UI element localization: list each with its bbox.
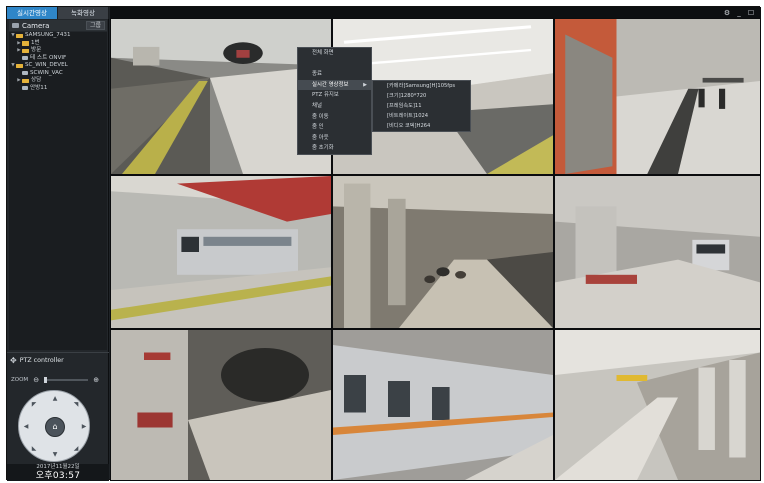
arrow-up-right-icon[interactable]: ◥: [71, 400, 81, 410]
camera-feed-image: [555, 330, 760, 480]
minimize-icon[interactable]: _: [733, 9, 745, 17]
folder-icon: [16, 63, 23, 68]
camera-icon: [12, 23, 19, 28]
folder-icon: [22, 41, 29, 46]
left-panel: 실시간영상 녹화영상 Camera 그룹 ▼ SAMSUNG_7431 ▶ 1번…: [7, 7, 109, 481]
camera-feed-image: [111, 330, 331, 480]
menu-item-ptz[interactable]: PTZ 유지보: [298, 90, 371, 101]
tree-node-label: 방문: [31, 47, 42, 53]
chevron-right-icon: ▶: [363, 81, 367, 88]
window-titlebar: ⚙ _ ☐: [110, 7, 761, 18]
menu-item-zoom-in[interactable]: 줌 인: [298, 122, 371, 133]
context-menu: 전체 화면 종료 실시간 영상정보 ▶ PTZ 유지보 채널 줌 이동 줌 인 …: [297, 47, 372, 155]
tree-node[interactable]: ▶ 방문: [9, 47, 107, 55]
tree-node[interactable]: ▼ SC_WIN_DEVEL: [9, 62, 107, 70]
folder-icon: [22, 78, 29, 83]
settings-icon[interactable]: ⚙: [721, 9, 733, 17]
submenu-item-codec[interactable]: [비디오 코덱]H264: [373, 121, 470, 131]
mode-tabs: 실시간영상 녹화영상: [7, 7, 109, 19]
arrow-up-left-icon[interactable]: ◤: [29, 400, 39, 410]
menu-item-label: 실시간 영상정보: [312, 81, 349, 88]
arrow-up-icon[interactable]: ▲: [50, 394, 60, 404]
tree-node-label: SAMSUNG_7431: [25, 32, 71, 38]
menu-item-channel[interactable]: 채널: [298, 101, 371, 112]
arrow-right-icon[interactable]: ▶: [79, 422, 89, 432]
maximize-icon[interactable]: ☐: [745, 9, 757, 17]
menu-item-fullscreen[interactable]: 전체 화면: [298, 48, 371, 59]
group-button[interactable]: 그룹: [85, 21, 105, 30]
arrow-down-right-icon[interactable]: ◢: [71, 444, 81, 454]
ptz-header: ✥ PTZ controller: [10, 356, 64, 365]
tree-node[interactable]: ▼ SAMSUNG_7431: [9, 32, 107, 40]
camera-feed-image: [333, 330, 553, 480]
tree-node[interactable]: SCWIN_VAC: [9, 70, 107, 78]
menu-item-live-info[interactable]: 실시간 영상정보 ▶: [298, 79, 371, 91]
ptz-title: PTZ controller: [19, 357, 64, 364]
zoom-slider-handle[interactable]: [44, 377, 48, 383]
live-info-submenu: [카메라]Samsung[H]105fps [크기]1280*720 [프레임속…: [372, 80, 471, 132]
clock-date: 2017년11월22일: [36, 464, 80, 470]
tree-node-label: 1번: [31, 39, 40, 46]
arrow-left-icon[interactable]: ◀: [21, 422, 31, 432]
submenu-item-framerate[interactable]: [프레임속도]11: [373, 101, 470, 111]
cctv-viewer-window: 실시간영상 녹화영상 Camera 그룹 ▼ SAMSUNG_7431 ▶ 1번…: [6, 6, 761, 481]
camera-panel-title: Camera: [22, 21, 50, 30]
menu-item-close[interactable]: 종료: [298, 69, 371, 80]
zoom-control: ZOOM ⊖ ⊕: [11, 375, 107, 385]
camera-feed-image: [555, 19, 760, 174]
move-icon: ✥: [10, 356, 17, 365]
video-tile[interactable]: [332, 175, 554, 329]
zoom-slider[interactable]: [44, 377, 89, 383]
tree-node-label: SC_WIN_DEVEL: [25, 62, 68, 68]
menu-item-zoom-move[interactable]: 줌 이동: [298, 112, 371, 123]
submenu-item-size[interactable]: [크기]1280*720: [373, 91, 470, 101]
video-tile[interactable]: [554, 329, 761, 481]
camera-tree: ▼ SAMSUNG_7431 ▶ 1번 ▶ 방문 테 스트 ONVIF ▼ SC…: [9, 32, 107, 350]
tree-node-label: 상담: [31, 77, 42, 83]
tree-node-label: 안방11: [30, 84, 48, 91]
camera-feed-image: [111, 176, 331, 328]
tree-node[interactable]: ▶ 1번: [9, 40, 107, 48]
submenu-item-bitrate[interactable]: [비트레이트]1024: [373, 111, 470, 121]
home-icon[interactable]: ⌂: [45, 417, 65, 437]
divider: [7, 352, 109, 353]
menu-item-zoom-out[interactable]: 줌 아웃: [298, 133, 371, 144]
tree-node[interactable]: 안방11: [9, 85, 107, 93]
video-tile[interactable]: [332, 329, 554, 481]
ptz-direction-pad: ▲ ◥ ▶ ◢ ▼ ◣ ◀ ◤ ⌂: [18, 390, 90, 462]
folder-icon: [16, 33, 23, 38]
menu-item-zoom-reset[interactable]: 줌 초기화: [298, 143, 371, 154]
camera-feed-image: [555, 176, 760, 328]
submenu-item-camera[interactable]: [카메라]Samsung[H]105fps: [373, 81, 470, 91]
tree-node-label: 테 스트 ONVIF: [30, 54, 67, 61]
clock-time: 오후03:57: [35, 471, 81, 481]
zoom-out-icon[interactable]: ⊖: [32, 376, 40, 384]
clock: 2017년11월22일 오후03:57: [7, 464, 109, 481]
video-tile[interactable]: [110, 175, 332, 329]
video-tile[interactable]: [554, 18, 761, 175]
video-tile[interactable]: [110, 329, 332, 481]
camera-panel-header: Camera 그룹: [9, 20, 107, 31]
zoom-label: ZOOM: [11, 377, 29, 383]
camera-feed-image: [333, 176, 553, 328]
zoom-in-icon[interactable]: ⊕: [92, 376, 100, 384]
arrow-down-icon[interactable]: ▼: [50, 450, 60, 460]
folder-icon: [22, 48, 29, 53]
tree-node[interactable]: ▶ 상담: [9, 77, 107, 85]
menu-item-blank[interactable]: [298, 59, 371, 70]
tree-node-label: SCWIN_VAC: [30, 69, 63, 76]
tree-node[interactable]: 테 스트 ONVIF: [9, 55, 107, 63]
tab-live[interactable]: 실시간영상: [7, 7, 58, 19]
tab-playback[interactable]: 녹화영상: [58, 7, 109, 19]
camera-icon: [22, 71, 28, 76]
camera-icon: [22, 56, 28, 61]
camera-icon: [22, 86, 28, 91]
video-tile[interactable]: [554, 175, 761, 329]
arrow-down-left-icon[interactable]: ◣: [29, 444, 39, 454]
